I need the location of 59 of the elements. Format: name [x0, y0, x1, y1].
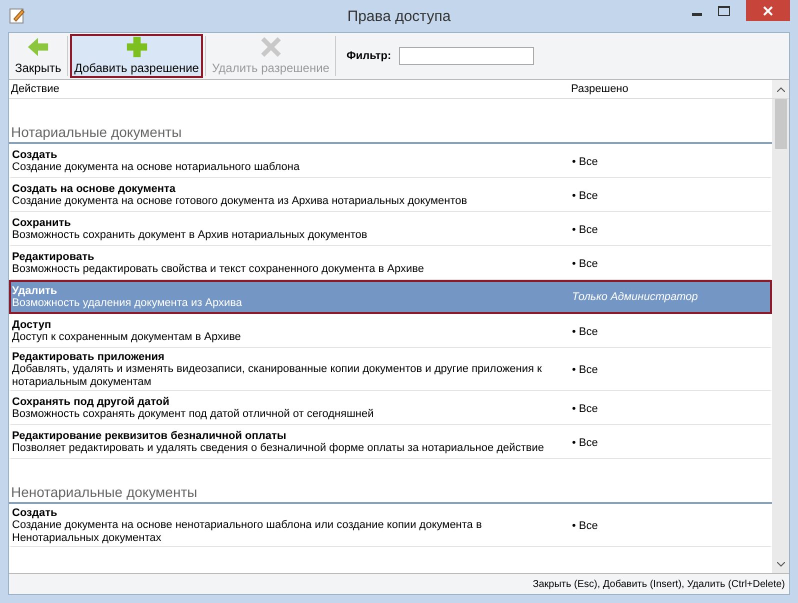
allowed-value: • Все — [572, 224, 598, 236]
permission-row[interactable]: Создать Создание документа на основе ненотариального шаблона или создание копии документа в Ненотариальных документах • Все — [9, 504, 772, 547]
window-title: Права доступа — [347, 8, 451, 24]
allowed-value: • Все — [572, 520, 598, 532]
group-heading: Ненотариальные документы — [9, 459, 772, 504]
toolbar-button[interactable]: Добавить разрешение — [70, 34, 203, 78]
action-description: Добавлять, удалять и изменять видеозаписи, сканированные копии документов и другие приложения к нотариальным документам — [12, 363, 543, 389]
group-heading: Нотариальные документы — [9, 99, 772, 144]
action-title: Удалить — [12, 284, 58, 296]
permission-row[interactable]: Сохранить Возможность сохранить документ в Архив нотариальных документов • Все — [9, 212, 772, 246]
action-description: Возможность сохранить документ в Архив нотариальных документов — [12, 229, 368, 242]
scroll-down-icon[interactable] — [776, 562, 784, 567]
action-description: Возможность удаления документа из Архива — [12, 296, 243, 310]
cross-icon — [258, 36, 283, 58]
allowed-value: • Все — [572, 402, 598, 414]
permission-row[interactable]: Сохранять под другой датой Возможность сохранять документ под датой отличной от сегодняшней • Все — [9, 391, 772, 425]
allowed-value: • Все — [572, 190, 598, 202]
action-title: Создать — [12, 149, 58, 161]
action-description: Создание документа на основе нотариального шаблона — [12, 161, 301, 174]
action-title: Создать на основе документа — [12, 183, 177, 195]
toolbar-button[interactable]: Закрыть — [11, 34, 66, 78]
scrollbar[interactable] — [772, 99, 789, 573]
left-arrow-icon — [26, 36, 50, 58]
action-description: Создание документа на основе готового документа из Архива нотариальных документов — [12, 195, 468, 208]
allowed-value: Только Администратор — [572, 291, 698, 303]
scrollbar-thumb[interactable] — [774, 99, 786, 149]
permission-row[interactable]: Доступ Доступ к сохраненным документам в Архиве • Все — [9, 314, 772, 348]
column-header[interactable]: Разрешено — [571, 83, 772, 95]
action-title: Сохранять под другой датой — [12, 396, 170, 408]
allowed-value: • Все — [572, 436, 598, 448]
action-title: Редактировать приложения — [12, 351, 166, 363]
filter-field[interactable] — [399, 47, 534, 65]
filter-label: Фильтр: — [346, 50, 392, 62]
allowed-value: • Все — [572, 258, 598, 270]
close-icon — [763, 6, 773, 16]
permission-row[interactable]: Редактирование реквизитов безналичной оплаты Позволяет редактировать и удалять сведения о безналичной форме оплаты за нотариальное действие • Все — [9, 425, 772, 459]
action-title: Редактирование реквизитов безналичной оплаты — [12, 430, 288, 442]
action-title: Доступ — [12, 319, 52, 331]
permission-row[interactable]: Создать Создание документа на основе нотариального шаблона • Все — [9, 144, 772, 178]
action-title: Редактировать — [12, 251, 96, 263]
permission-row[interactable]: Создать на основе документа Создание документа на основе готового документа из Архива нотариальных документов • Все — [9, 178, 772, 212]
close-button[interactable] — [746, 0, 790, 21]
action-description: Доступ к сохраненным документам в Архиве — [12, 331, 242, 344]
allowed-value: • Все — [572, 156, 598, 168]
allowed-value: • Все — [572, 326, 598, 338]
action-title: Сохранить — [12, 217, 72, 229]
scroll-up-icon[interactable] — [776, 86, 784, 92]
action-title: Создать — [12, 507, 58, 519]
maximize-icon[interactable] — [718, 6, 730, 16]
notepad-icon — [8, 7, 26, 25]
allowed-value: • Все — [572, 364, 598, 376]
action-description: Возможность сохранять документ под датой отличной от сегодняшней — [12, 408, 375, 421]
action-description: Возможность редактировать свойства и текст сохраненного документа в Архиве — [12, 263, 425, 276]
action-description: Создание документа на основе ненотариального шаблона или создание копии документа в Ненотариальных документах — [12, 519, 483, 545]
status-bar-text: Закрыть (Esc), Добавить (Insert), Удалить (Ctrl+Delete) — [532, 578, 785, 590]
action-description: Позволяет редактировать и удалять сведения о безналичной форме оплаты за нотариальное действие — [12, 442, 545, 455]
permission-row[interactable]: Редактировать приложения Добавлять, удалять и изменять видеозаписи, сканированные копии документов и другие приложения к нотариальным документам • Все — [9, 348, 772, 391]
plus-icon — [124, 36, 149, 58]
column-header[interactable]: Действие — [9, 83, 571, 95]
